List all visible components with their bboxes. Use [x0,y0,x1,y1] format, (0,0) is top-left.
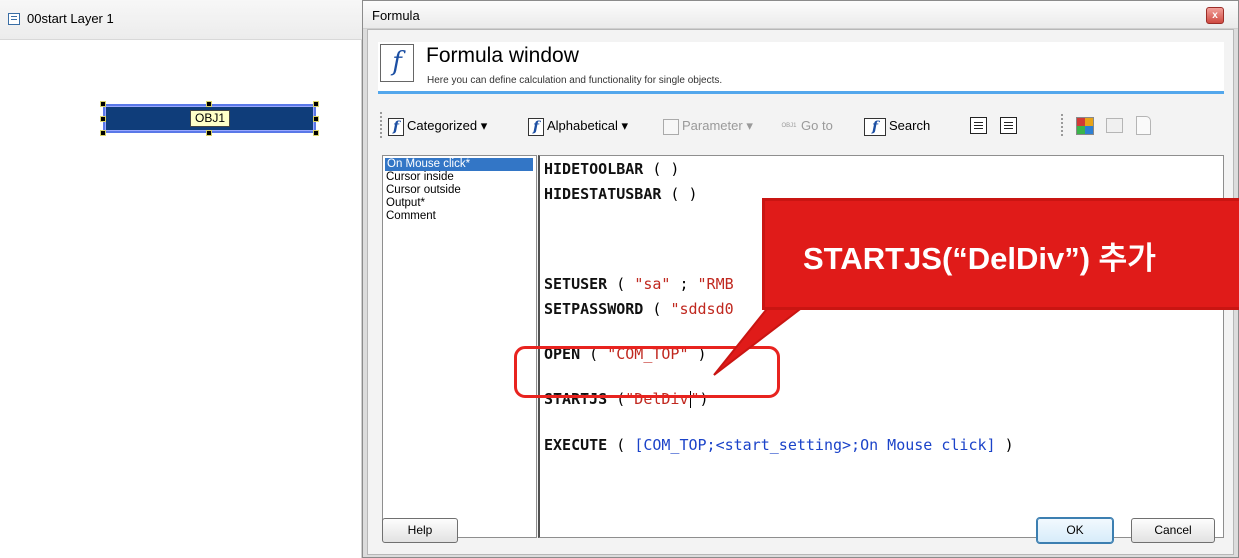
search-icon: f [864,117,886,136]
obj1-label: OBJ1 [190,110,231,127]
annotation-callout: STARTJS(“DelDiv”) 추가 [762,198,1239,310]
event-on-mouse-click[interactable]: On Mouse click* [385,158,533,171]
parameter-button[interactable]: Parameter ▾ [663,116,753,136]
image-icon[interactable] [1106,118,1123,133]
code-line-7: EXECUTE ( [COM_TOP;<start_setting>;On Mo… [544,436,1014,454]
alphabetical-icon: f [528,117,544,136]
categorized-label: Categorized [407,118,478,133]
layer-window: 00start Layer 1 OBJ1 [0,0,362,558]
resize-handle-se[interactable] [313,130,319,136]
resize-handle-e[interactable] [313,116,319,122]
resize-handle-ne[interactable] [313,101,319,107]
help-button[interactable]: Help [382,518,458,543]
event-output[interactable]: Output* [386,197,425,210]
close-icon: x [1212,10,1218,21]
code-line-1: HIDETOOLBAR ( ) [544,160,680,178]
detail-view-icon[interactable] [1000,117,1017,134]
dialog-title: Formula [372,8,420,23]
resize-handle-nw[interactable] [100,101,106,107]
event-cursor-inside[interactable]: Cursor inside [386,171,454,184]
goto-label: Go to [801,118,833,133]
event-comment[interactable]: Comment [386,210,436,223]
code-line-2: HIDESTATUSBAR ( ) [544,185,698,203]
categorized-button[interactable]: f Categorized ▾ [388,116,487,136]
event-list[interactable]: On Mouse click* Cursor inside Cursor out… [382,155,537,538]
callout-pointer [713,300,814,376]
layer-title: 00start Layer 1 [27,11,114,26]
parameter-icon [663,118,679,135]
resize-handle-s[interactable] [206,130,212,136]
callout-text: STARTJS(“DelDiv”) 추가 [803,241,1156,276]
search-label: Search [889,118,931,133]
parameter-label: Parameter [682,118,743,133]
formula-title-bar: Formula x [363,1,1238,29]
preview-icon[interactable] [1136,116,1151,135]
list-view-icon[interactable] [970,117,987,134]
categorized-icon: f [388,117,404,136]
event-cursor-outside[interactable]: Cursor outside [386,184,461,197]
alphabetical-button[interactable]: f Alphabetical ▾ [528,116,628,136]
search-button[interactable]: f Search [864,116,930,136]
header-subtitle: Here you can define calculation and func… [427,75,723,86]
layer-icon [8,13,20,25]
formula-f-icon: f [380,44,414,82]
formula-header: f Formula window Here you can define cal… [378,42,1224,94]
layer-title-bar: 00start Layer 1 [0,0,362,40]
alphabetical-label: Alphabetical [547,118,618,133]
resize-handle-n[interactable] [206,101,212,107]
header-title: Formula window [426,44,579,67]
code-line-3: SETUSER ( "sa" ; "RMB [544,275,734,293]
ok-button[interactable]: OK [1036,517,1114,544]
cancel-button[interactable]: Cancel [1131,518,1215,543]
formula-toolbar: f Categorized ▾ f Alphabetical ▾ Parameter… [378,104,1224,146]
toolbar-separator [1061,114,1063,138]
goto-button[interactable]: OBJ1 Go to [780,116,833,136]
goto-icon: OBJ1 [781,123,797,130]
toolbar-grip [380,112,382,140]
resize-handle-sw[interactable] [100,130,106,136]
close-button[interactable]: x [1206,7,1224,24]
obj1-object[interactable]: OBJ1 [100,101,319,136]
color-grid-icon[interactable] [1076,117,1094,135]
resize-handle-w[interactable] [100,116,106,122]
